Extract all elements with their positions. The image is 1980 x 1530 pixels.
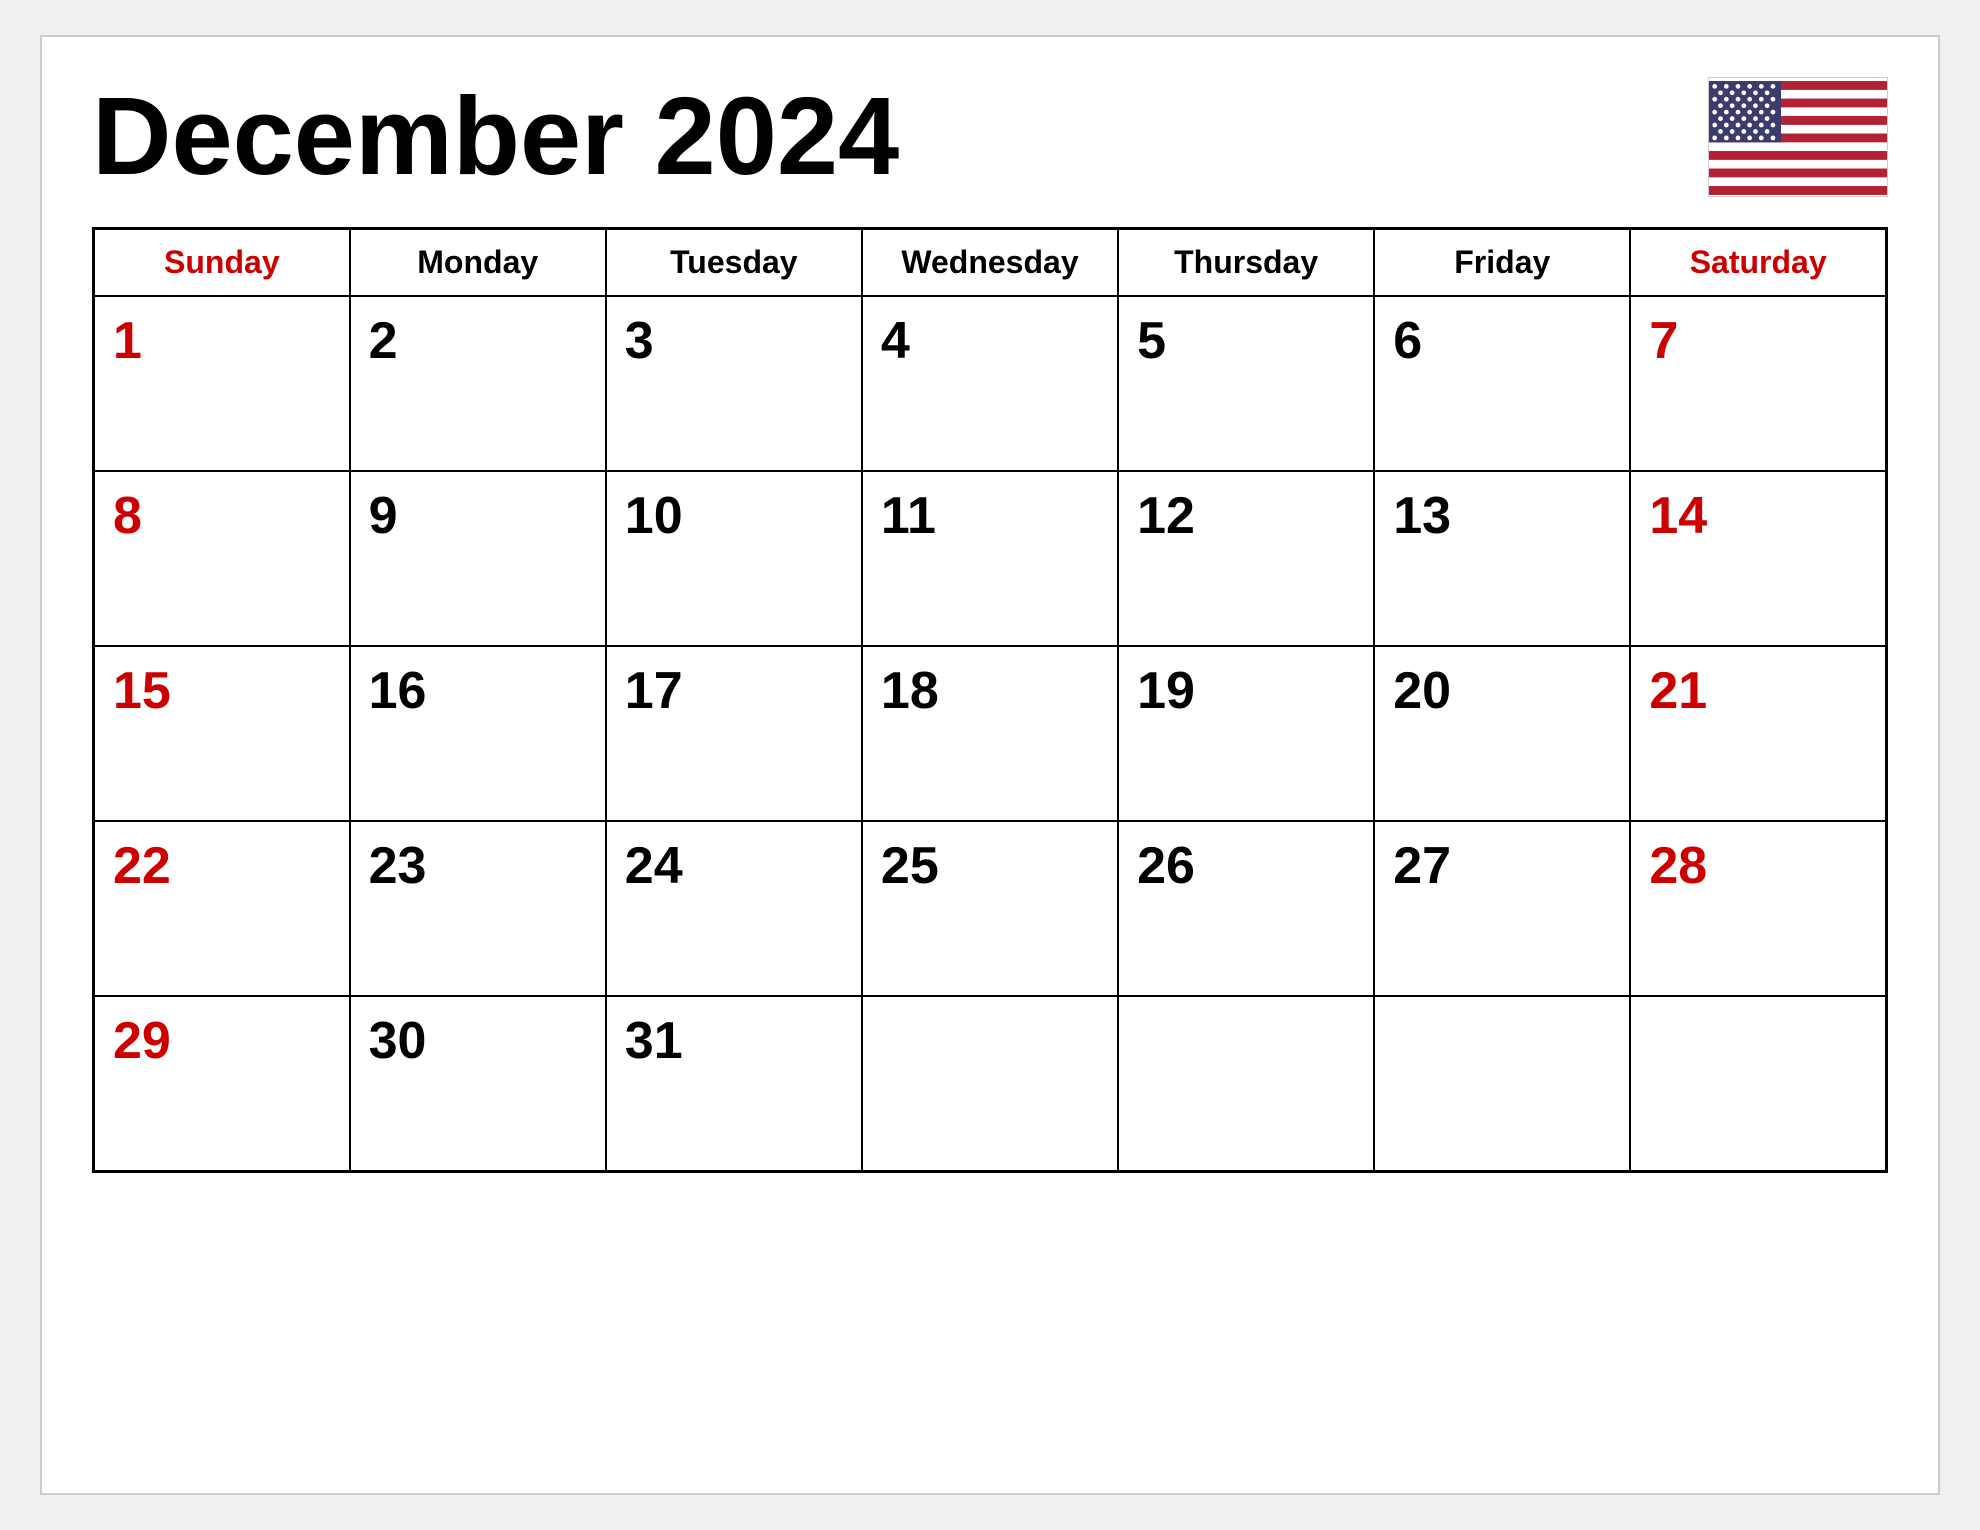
header-tuesday: Tuesday bbox=[606, 229, 862, 297]
calendar-day-17: 17 bbox=[606, 646, 862, 821]
calendar-day-13: 13 bbox=[1374, 471, 1630, 646]
calendar-day-8: 8 bbox=[94, 471, 350, 646]
week-row-3: 15161718192021 bbox=[94, 646, 1887, 821]
calendar-day-19: 19 bbox=[1118, 646, 1374, 821]
calendar-day-24: 24 bbox=[606, 821, 862, 996]
calendar-day-10: 10 bbox=[606, 471, 862, 646]
calendar-page: December 2024 bbox=[40, 35, 1940, 1495]
weekday-header-row: Sunday Monday Tuesday Wednesday Thursday… bbox=[94, 229, 1887, 297]
calendar-day-empty bbox=[862, 996, 1118, 1171]
calendar-day-12: 12 bbox=[1118, 471, 1374, 646]
calendar-day-27: 27 bbox=[1374, 821, 1630, 996]
calendar-day-9: 9 bbox=[350, 471, 606, 646]
calendar-header: December 2024 bbox=[92, 77, 1888, 197]
calendar-day-20: 20 bbox=[1374, 646, 1630, 821]
calendar-day-11: 11 bbox=[862, 471, 1118, 646]
calendar-day-empty bbox=[1374, 996, 1630, 1171]
calendar-day-16: 16 bbox=[350, 646, 606, 821]
week-row-2: 891011121314 bbox=[94, 471, 1887, 646]
calendar-day-14: 14 bbox=[1630, 471, 1886, 646]
week-row-5: 293031 bbox=[94, 996, 1887, 1171]
calendar-day-22: 22 bbox=[94, 821, 350, 996]
calendar-day-29: 29 bbox=[94, 996, 350, 1171]
calendar-day-15: 15 bbox=[94, 646, 350, 821]
header-wednesday: Wednesday bbox=[862, 229, 1118, 297]
calendar-body: 1234567891011121314151617181920212223242… bbox=[94, 296, 1887, 1171]
calendar-day-empty bbox=[1630, 996, 1886, 1171]
calendar-day-26: 26 bbox=[1118, 821, 1374, 996]
calendar-day-6: 6 bbox=[1374, 296, 1630, 471]
calendar-day-2: 2 bbox=[350, 296, 606, 471]
calendar-day-5: 5 bbox=[1118, 296, 1374, 471]
calendar-day-25: 25 bbox=[862, 821, 1118, 996]
calendar-day-1: 1 bbox=[94, 296, 350, 471]
calendar-day-21: 21 bbox=[1630, 646, 1886, 821]
calendar-day-3: 3 bbox=[606, 296, 862, 471]
calendar-day-empty bbox=[1118, 996, 1374, 1171]
header-friday: Friday bbox=[1374, 229, 1630, 297]
month-title: December 2024 bbox=[92, 82, 899, 192]
calendar-day-28: 28 bbox=[1630, 821, 1886, 996]
header-saturday: Saturday bbox=[1630, 229, 1886, 297]
week-row-4: 22232425262728 bbox=[94, 821, 1887, 996]
header-sunday: Sunday bbox=[94, 229, 350, 297]
calendar-day-18: 18 bbox=[862, 646, 1118, 821]
header-thursday: Thursday bbox=[1118, 229, 1374, 297]
calendar-day-4: 4 bbox=[862, 296, 1118, 471]
week-row-1: 1234567 bbox=[94, 296, 1887, 471]
us-flag bbox=[1708, 77, 1888, 197]
header-monday: Monday bbox=[350, 229, 606, 297]
calendar-day-31: 31 bbox=[606, 996, 862, 1171]
calendar-day-23: 23 bbox=[350, 821, 606, 996]
calendar-day-30: 30 bbox=[350, 996, 606, 1171]
calendar-grid: Sunday Monday Tuesday Wednesday Thursday… bbox=[92, 227, 1888, 1173]
calendar-day-7: 7 bbox=[1630, 296, 1886, 471]
